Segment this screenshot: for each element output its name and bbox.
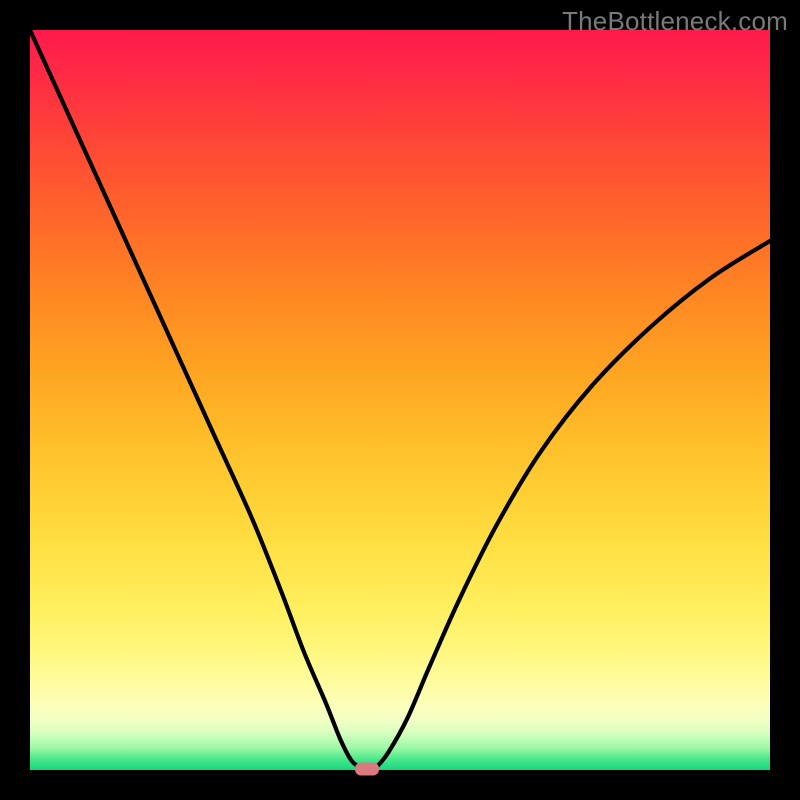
bottleneck-curve xyxy=(30,30,770,770)
minimum-marker xyxy=(355,762,379,775)
plot-area xyxy=(30,30,770,770)
chart-container: TheBottleneck.com xyxy=(0,0,800,800)
watermark-text: TheBottleneck.com xyxy=(562,6,788,37)
curve-svg xyxy=(30,30,770,770)
